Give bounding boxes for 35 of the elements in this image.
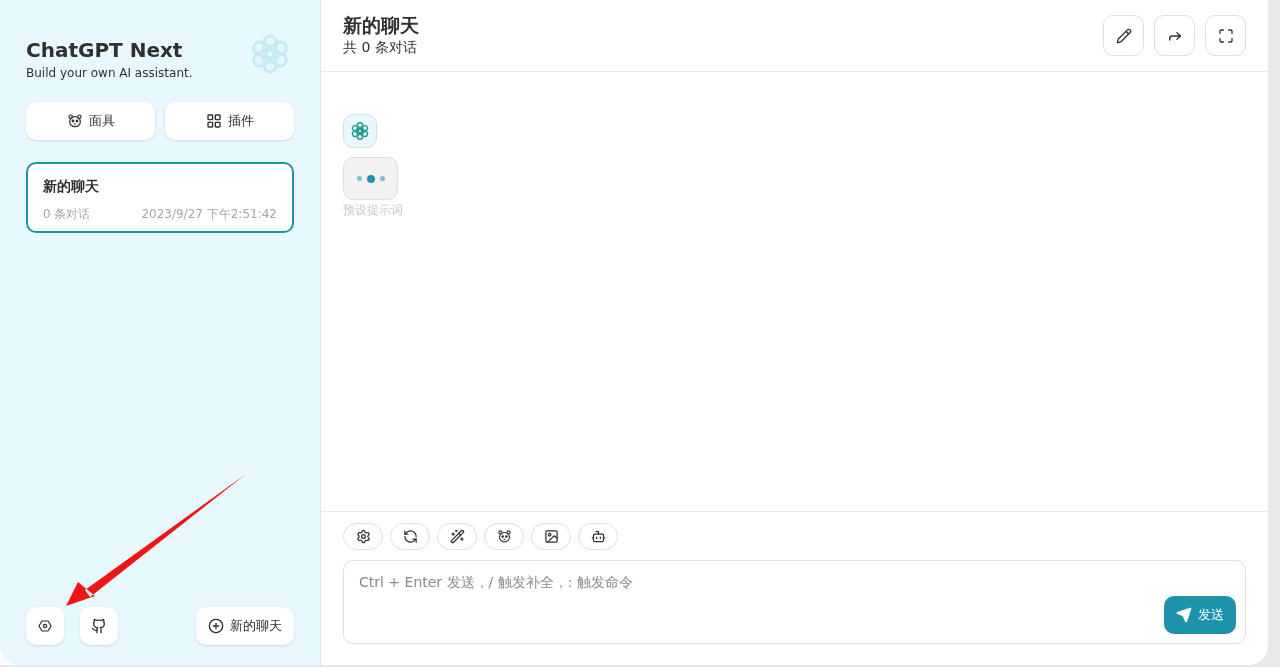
message-count: 0 条对话 <box>43 206 91 223</box>
github-icon <box>91 618 107 634</box>
mask-button[interactable]: 面具 <box>26 102 155 140</box>
new-chat-button[interactable]: 新的聊天 <box>196 607 294 645</box>
chat-action-button[interactable] <box>343 523 383 550</box>
loading-bubble <box>343 157 398 200</box>
robot-icon <box>590 529 606 544</box>
rename-button[interactable] <box>1103 15 1144 56</box>
panda-icon <box>66 113 83 129</box>
settings-icon <box>37 618 53 634</box>
chat-title: 新的聊天 <box>43 177 100 196</box>
fullscreen-button[interactable] <box>1205 15 1246 56</box>
send-button[interactable]: 发送 <box>1164 596 1236 634</box>
image-icon <box>543 529 559 544</box>
send-icon <box>1176 607 1192 623</box>
chat-date: 2023/9/27 下午2:51:42 <box>141 206 277 223</box>
chat-subheading: 共 0 条对话 <box>343 38 418 57</box>
chat-heading: 新的聊天 <box>343 13 419 37</box>
app-title: ChatGPT Next <box>26 38 184 62</box>
fullscreen-icon <box>1217 27 1234 44</box>
settings-button[interactable] <box>26 607 64 645</box>
github-button[interactable] <box>80 607 118 645</box>
settings-icon <box>355 529 371 544</box>
panda-icon <box>496 529 512 544</box>
plugin-button[interactable]: 插件 <box>165 102 294 140</box>
refresh-icon <box>402 529 418 544</box>
pencil-icon <box>1115 27 1132 44</box>
share-button[interactable] <box>1154 15 1195 56</box>
chat-action-button[interactable] <box>437 523 477 550</box>
chat-item[interactable]: 新的聊天 0 条对话 2023/9/27 下午2:51:42 <box>26 162 294 233</box>
magic-wand-icon <box>449 529 465 544</box>
gpt-icon <box>349 120 371 142</box>
plus-icon <box>208 618 224 634</box>
app-subtitle: Build your own AI assistant. <box>26 65 193 82</box>
grid-icon <box>205 113 222 129</box>
